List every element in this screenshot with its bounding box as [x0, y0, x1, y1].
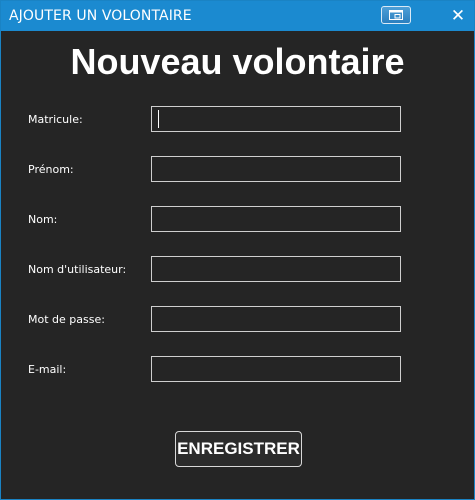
matricule-input[interactable] [151, 106, 401, 132]
email-input[interactable] [151, 356, 401, 382]
matricule-label: Matricule: [28, 113, 83, 126]
password-label: Mot de passe: [28, 313, 105, 326]
close-icon: ✕ [450, 6, 466, 26]
username-input[interactable] [151, 256, 401, 282]
username-label: Nom d'utilisateur: [28, 263, 127, 276]
window-restore-icon [389, 10, 403, 20]
window-restore-button[interactable] [381, 6, 411, 24]
save-button[interactable]: ENREGISTRER [175, 431, 302, 467]
password-input[interactable] [151, 306, 401, 332]
email-label: E-mail: [28, 363, 67, 376]
close-button[interactable]: ✕ [447, 6, 469, 26]
text-caret [158, 110, 159, 128]
prenom-input[interactable] [151, 156, 401, 182]
title-bar[interactable]: AJOUTER UN VOLONTAIRE ✕ [1, 1, 474, 31]
window-title: AJOUTER UN VOLONTAIRE [9, 8, 192, 24]
page-title: Nouveau volontaire [70, 41, 405, 82]
dialog-window: AJOUTER UN VOLONTAIRE ✕ Nouveau volontai… [0, 0, 475, 500]
nom-label: Nom: [28, 213, 58, 226]
nom-input[interactable] [151, 206, 401, 232]
prenom-label: Prénom: [28, 163, 74, 176]
